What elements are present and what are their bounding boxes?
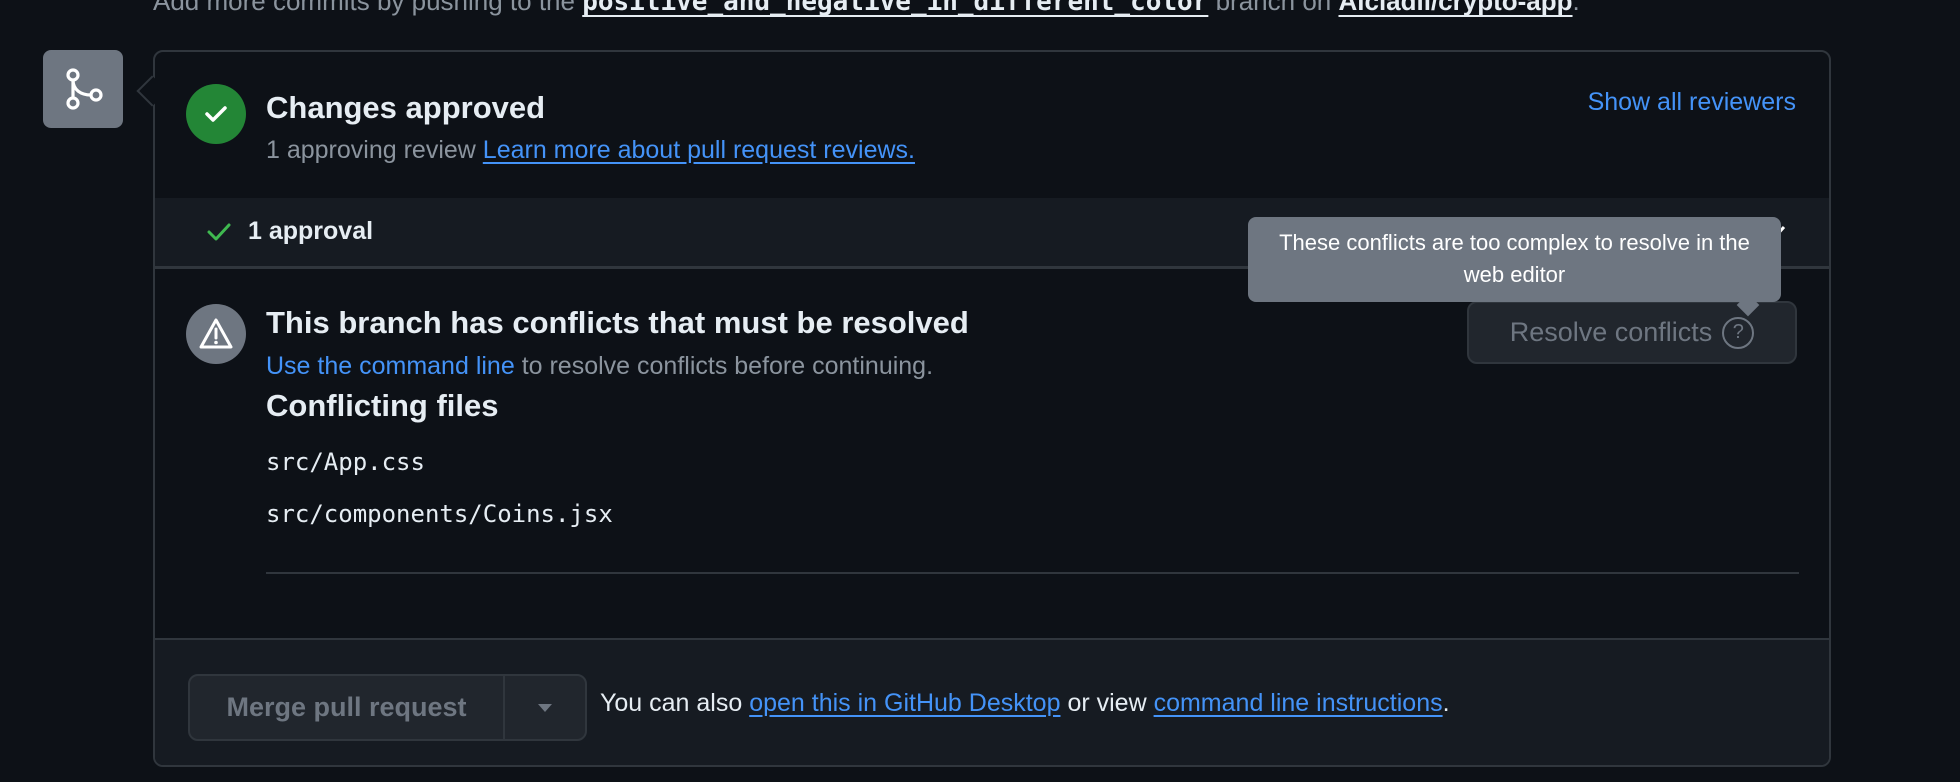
merge-pull-request-button[interactable]: Merge pull request xyxy=(190,676,505,739)
merge-button-group: Merge pull request xyxy=(188,674,587,741)
conflicting-files-heading: Conflicting files xyxy=(266,388,499,423)
review-summary: 1 approving review Learn more about pull… xyxy=(266,136,915,165)
question-icon[interactable]: ? xyxy=(1722,316,1755,349)
conflicting-file: src/App.css xyxy=(266,448,425,476)
command-line-instructions-link[interactable]: command line instructions xyxy=(1154,689,1443,717)
triangle-down-icon xyxy=(538,703,552,712)
merge-box: Changes approved 1 approving review Lear… xyxy=(153,50,1831,767)
conflicts-tooltip: These conflicts are too complex to resol… xyxy=(1248,217,1781,302)
merge-method-dropdown[interactable] xyxy=(505,676,585,739)
alert-icon xyxy=(199,318,233,349)
files-divider xyxy=(266,572,1799,574)
footer-prefix: You can also xyxy=(600,689,743,717)
git-merge-icon xyxy=(66,68,103,110)
approved-badge xyxy=(186,84,246,144)
push-hint-suffix: . xyxy=(1572,0,1580,16)
check-icon xyxy=(207,223,231,241)
footer-middle: or view xyxy=(1067,689,1147,717)
approval-count: 1 approval xyxy=(248,217,374,245)
review-title: Changes approved xyxy=(266,90,546,125)
conflicting-file: src/components/Coins.jsx xyxy=(266,500,613,528)
check-icon xyxy=(205,106,227,122)
conflict-hint: Use the command line to resolve conflict… xyxy=(266,352,933,381)
command-line-link[interactable]: Use the command line xyxy=(266,352,515,380)
conflict-title: This branch has conflicts that must be r… xyxy=(266,305,969,340)
branch-name[interactable]: positive_and_negative_in_different_color xyxy=(582,0,1208,17)
learn-more-link[interactable]: Learn more about pull request reviews. xyxy=(483,136,915,164)
review-count: 1 approving review xyxy=(266,136,476,164)
footer-hint: You can also open this in GitHub Desktop… xyxy=(600,689,1450,718)
merge-footer: Merge pull request You can also open thi… xyxy=(155,638,1829,765)
conflict-badge xyxy=(186,304,246,364)
push-hint-prefix: Add more commits by pushing to the xyxy=(153,0,575,16)
footer-suffix: . xyxy=(1442,689,1450,717)
repo-name[interactable]: Alcladil/crypto-app xyxy=(1338,0,1572,16)
resolve-conflicts-label: Resolve conflicts xyxy=(1509,317,1713,347)
push-hint: Add more commits by pushing to the posit… xyxy=(153,0,1580,17)
push-hint-middle: branch on xyxy=(1215,0,1332,16)
conflict-hint-text: to resolve conflicts before continuing. xyxy=(521,352,934,380)
merge-status-tile xyxy=(43,50,123,128)
github-desktop-link[interactable]: open this in GitHub Desktop xyxy=(749,689,1060,717)
show-all-reviewers-link[interactable]: Show all reviewers xyxy=(1588,88,1796,117)
